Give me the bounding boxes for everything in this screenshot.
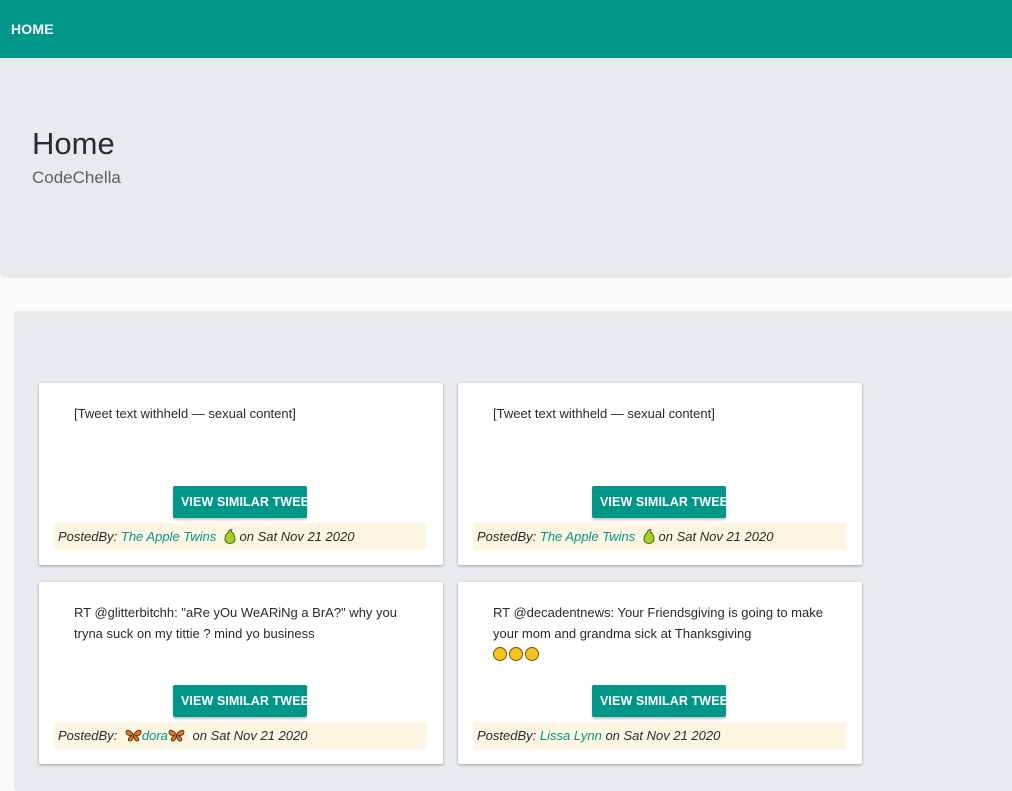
post-date: on Sat Nov 21 2020 xyxy=(605,728,721,743)
tweet-text: RT @glitterbitchh: "aRe yOu WeARiNg a Br… xyxy=(74,605,398,641)
tweets-panel: [Tweet text withheld — sexual content] V… xyxy=(14,311,1012,791)
pear-icon xyxy=(643,529,655,544)
view-similar-tweets-button[interactable]: VIEW SIMILAR TWEETS xyxy=(592,486,726,518)
posted-by-bar: PostedBy: The Apple Twins on Sat Nov 21 … xyxy=(473,523,846,550)
posted-by-bar: PostedBy: dora on Sat Nov 21 2020 xyxy=(54,722,427,749)
posted-by-label: PostedBy: xyxy=(477,529,537,544)
author-link[interactable]: The Apple Twins xyxy=(121,529,216,544)
posted-by-bar: PostedBy: Lissa Lynn on Sat Nov 21 2020 xyxy=(473,722,846,749)
butterfly-icon xyxy=(168,729,185,742)
posted-by-label: PostedBy: xyxy=(58,728,118,743)
grimacing-face-icon xyxy=(493,647,507,661)
pear-icon xyxy=(224,529,236,544)
tweet-card: RT @glitterbitchh: "aRe yOu WeARiNg a Br… xyxy=(39,582,443,764)
page-subtitle: CodeChella xyxy=(32,168,121,187)
worried-face-icon xyxy=(509,647,523,661)
view-similar-tweets-button[interactable]: VIEW SIMILAR TWEETS xyxy=(592,685,726,717)
surprised-face-icon xyxy=(525,647,539,661)
post-date: on Sat Nov 21 2020 xyxy=(658,529,774,544)
page-title: Home xyxy=(32,126,115,161)
nav-home-link[interactable]: HOME xyxy=(0,21,54,37)
posted-by-label: PostedBy: xyxy=(477,728,537,743)
posted-by-bar: PostedBy: The Apple Twins on Sat Nov 21 … xyxy=(54,523,427,550)
tweet-card: [Tweet text withheld — sexual content] V… xyxy=(39,383,443,565)
tweet-text-content: RT @decadentnews: Your Friendsgiving is … xyxy=(493,605,823,641)
author-link[interactable]: The Apple Twins xyxy=(540,529,635,544)
tweet-text: [Tweet text withheld — sexual content] xyxy=(74,406,296,421)
tweet-card: [Tweet text withheld — sexual content] V… xyxy=(458,383,862,565)
posted-by-label: PostedBy: xyxy=(58,529,118,544)
page-header: Home CodeChella xyxy=(0,58,1012,278)
view-similar-tweets-button[interactable]: VIEW SIMILAR TWEETS xyxy=(173,486,307,518)
butterfly-icon xyxy=(125,729,142,742)
author-link[interactable]: Lissa Lynn xyxy=(540,728,602,743)
top-navbar: HOME xyxy=(0,0,1012,58)
post-date: on Sat Nov 21 2020 xyxy=(239,529,355,544)
tweet-text: RT @decadentnews: Your Friendsgiving is … xyxy=(493,602,833,665)
author-link[interactable]: dora xyxy=(142,728,168,743)
post-date: on Sat Nov 21 2020 xyxy=(192,728,308,743)
tweet-card: RT @decadentnews: Your Friendsgiving is … xyxy=(458,582,862,764)
tweet-text: [Tweet text withheld — sexual content] xyxy=(493,406,715,421)
view-similar-tweets-button[interactable]: VIEW SIMILAR TWEETS xyxy=(173,685,307,717)
